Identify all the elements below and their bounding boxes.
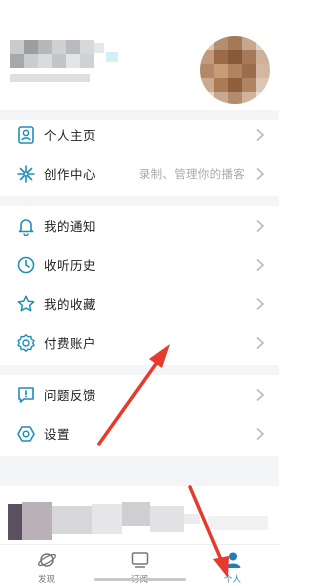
chevron-right-icon — [256, 128, 265, 141]
tab-label: 个人 — [223, 574, 241, 584]
feedback-icon — [18, 386, 34, 403]
menu-item-label: 个人主页 — [44, 129, 97, 143]
menu-item-label: 我的收藏 — [44, 298, 97, 312]
menu-item-homepage[interactable]: 个人主页 — [0, 115, 279, 154]
menu-item-label: 创作中心 — [44, 168, 97, 182]
menu-item-favorites[interactable]: 我的收藏 — [0, 284, 279, 323]
home-indicator — [94, 578, 186, 581]
settings-icon — [17, 425, 35, 442]
menu-item-label: 问题反馈 — [44, 389, 97, 403]
menu-item-feedback[interactable]: 问题反馈 — [0, 375, 279, 414]
user-icon — [225, 552, 240, 568]
chevron-right-icon — [256, 219, 265, 232]
username-blurred — [10, 40, 125, 86]
menu-item-settings[interactable]: 设置 — [0, 414, 279, 453]
sparkle-icon — [17, 164, 35, 183]
clock-icon — [17, 256, 35, 273]
menu-item-notifications[interactable]: 我的通知 — [0, 206, 279, 245]
menu-item-history[interactable]: 收听历史 — [0, 245, 279, 284]
chevron-right-icon — [256, 427, 265, 440]
profile-header[interactable] — [0, 0, 279, 118]
avatar[interactable] — [200, 36, 270, 104]
menu-item-creator-center[interactable]: 创作中心 录制、管理你的播客 — [0, 154, 279, 193]
chevron-right-icon — [256, 258, 265, 271]
section-divider — [0, 365, 279, 375]
chevron-right-icon — [256, 167, 265, 180]
tab-label: 发现 — [37, 574, 55, 584]
bell-icon — [18, 218, 34, 236]
person-card-icon — [18, 125, 34, 144]
mini-player-blurred[interactable] — [8, 496, 279, 542]
section-divider — [0, 196, 279, 206]
chevron-right-icon — [256, 336, 265, 349]
gear-badge-icon — [17, 333, 35, 352]
creator-center-hint: 录制、管理你的播客 — [138, 168, 245, 181]
menu-item-label: 收听历史 — [44, 259, 97, 273]
menu-item-paid-account[interactable]: 付费账户 — [0, 323, 279, 362]
tab-discover[interactable]: 发现 — [0, 545, 93, 586]
tab-profile[interactable]: 个人 — [186, 545, 279, 586]
star-icon — [17, 295, 35, 311]
tv-icon — [131, 552, 148, 568]
menu-item-label: 设置 — [44, 428, 71, 442]
section-divider — [0, 456, 279, 486]
chevron-right-icon — [256, 388, 265, 401]
menu-item-label: 我的通知 — [44, 220, 97, 234]
menu-item-label: 付费账户 — [44, 337, 97, 351]
planet-icon — [37, 553, 56, 567]
chevron-right-icon — [256, 297, 265, 310]
